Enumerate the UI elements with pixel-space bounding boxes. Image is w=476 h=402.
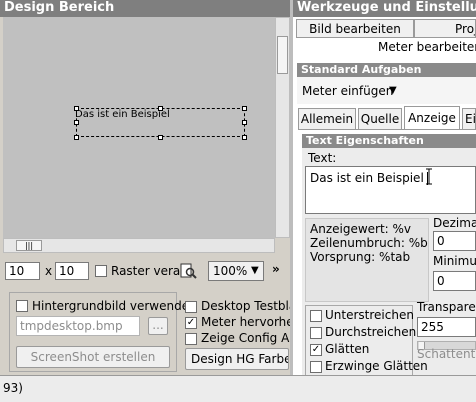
insert-meter-label[interactable]: Meter einfügen (302, 84, 393, 98)
tab-ei[interactable]: Ei (462, 108, 476, 129)
minimum-input[interactable]: 0 (433, 271, 476, 291)
grid-x-input[interactable]: 10 (5, 262, 40, 280)
canvas-horizontal-scroll-thumb[interactable]: ||| (16, 240, 42, 251)
tab-anzeige[interactable]: Anzeige (404, 106, 460, 130)
help-line-value: Anzeigewert: %v (310, 222, 412, 236)
design-bg-color-button[interactable]: Design HG Farbe... (185, 348, 289, 370)
resize-handle-right[interactable] (242, 120, 247, 125)
design-canvas[interactable]: Das ist ein Beispiel (3, 17, 275, 238)
chevron-down-icon: ▼ (251, 265, 259, 276)
decimal-label: Dezimal (433, 216, 476, 230)
show-config-label: Zeige Config Aus (201, 331, 304, 345)
tab-divider (296, 37, 476, 38)
zoom-value: 100% (213, 264, 248, 278)
text-label: Text: (308, 151, 337, 165)
tab-allemein[interactable]: Allemein (298, 108, 356, 129)
background-image-path-input[interactable]: tmpdesktop.bmp (16, 316, 140, 336)
highlight-meter-checkbox[interactable]: ✓ (185, 317, 197, 329)
canvas-horizontal-scrollbar[interactable]: ||| (3, 238, 275, 253)
decimal-input[interactable]: 0 (433, 231, 476, 251)
text-properties-section: Text Eigenschaften (302, 134, 476, 148)
resize-handle-bottom-right[interactable] (242, 135, 247, 140)
meter-text-value: Das ist ein Beispiel (310, 171, 424, 185)
background-image-checkbox[interactable] (16, 300, 28, 312)
help-line-linebreak: Zeilenumbruch: %b (310, 236, 428, 250)
tab-projekt[interactable]: Projekt (414, 19, 476, 37)
tools-panel-header: Werkzeuge und Einstellunge (293, 0, 476, 17)
resize-handle-left[interactable] (74, 120, 79, 125)
force-smooth-checkbox[interactable] (310, 361, 322, 373)
strikethrough-label: Durchstreichen (325, 325, 417, 339)
help-line-indent: Vorsprung: %tab (310, 250, 411, 264)
resize-handle-bottom[interactable] (158, 135, 163, 140)
screenshot-button[interactable]: ScreenShot erstellen (16, 346, 170, 368)
resize-handle-top[interactable] (158, 106, 163, 111)
browse-button[interactable]: ... (148, 317, 168, 335)
background-image-label: Hintergrundbild verwende (32, 299, 190, 313)
force-smooth-label: Erzwinge Glätten (325, 359, 428, 373)
raster-checkbox[interactable] (95, 265, 107, 277)
smooth-checkbox[interactable]: ✓ (310, 344, 322, 356)
transparency-label: Transparen (417, 300, 476, 314)
raster-label: Raster vera (111, 264, 181, 278)
meter-text-input[interactable]: Das ist ein Beispiel (305, 166, 476, 214)
zoom-select[interactable]: 100% ▼ (208, 261, 264, 281)
preview-icon[interactable] (180, 263, 198, 279)
resize-handle-bottom-left[interactable] (74, 135, 79, 140)
shadow-transparency-label: Schattentra (417, 347, 476, 361)
insert-meter-dropdown-icon[interactable]: ▼ (389, 85, 397, 96)
transparency-input[interactable]: 255 (417, 317, 476, 337)
minimum-label: Minimu (433, 254, 476, 268)
strikethrough-checkbox[interactable] (310, 327, 322, 339)
grid-size-separator: x (45, 264, 53, 278)
tab-quelle[interactable]: Quelle (358, 108, 402, 129)
resize-handle-top-right[interactable] (242, 106, 247, 111)
design-area-header: Design Bereich (0, 0, 290, 17)
grid-y-input[interactable]: 10 (55, 262, 89, 280)
canvas-vertical-scroll-thumb[interactable] (277, 36, 288, 74)
meter-text-preview[interactable]: Das ist ein Beispiel (75, 109, 170, 120)
underline-checkbox[interactable] (310, 310, 322, 322)
text-cursor-icon (425, 168, 433, 185)
standard-tasks-section: Standard Aufgaben (297, 63, 476, 77)
resize-handle-top-left[interactable] (74, 106, 79, 111)
tab-bild-bearbeiten[interactable]: Bild bearbeiten (296, 19, 414, 37)
meter-edit-subtitle: Meter bearbeiten (378, 40, 476, 54)
inner-tab-divider (298, 129, 476, 130)
underline-label: Unterstreichen (325, 308, 414, 322)
status-bar (0, 376, 476, 402)
canvas-vertical-scrollbar[interactable] (275, 17, 290, 238)
status-text: 93) (3, 381, 23, 395)
show-config-checkbox[interactable] (185, 333, 197, 345)
desktop-test-checkbox[interactable] (185, 301, 197, 313)
smooth-label: Glätten (325, 342, 370, 356)
overflow-arrow-icon[interactable]: » (272, 262, 280, 276)
